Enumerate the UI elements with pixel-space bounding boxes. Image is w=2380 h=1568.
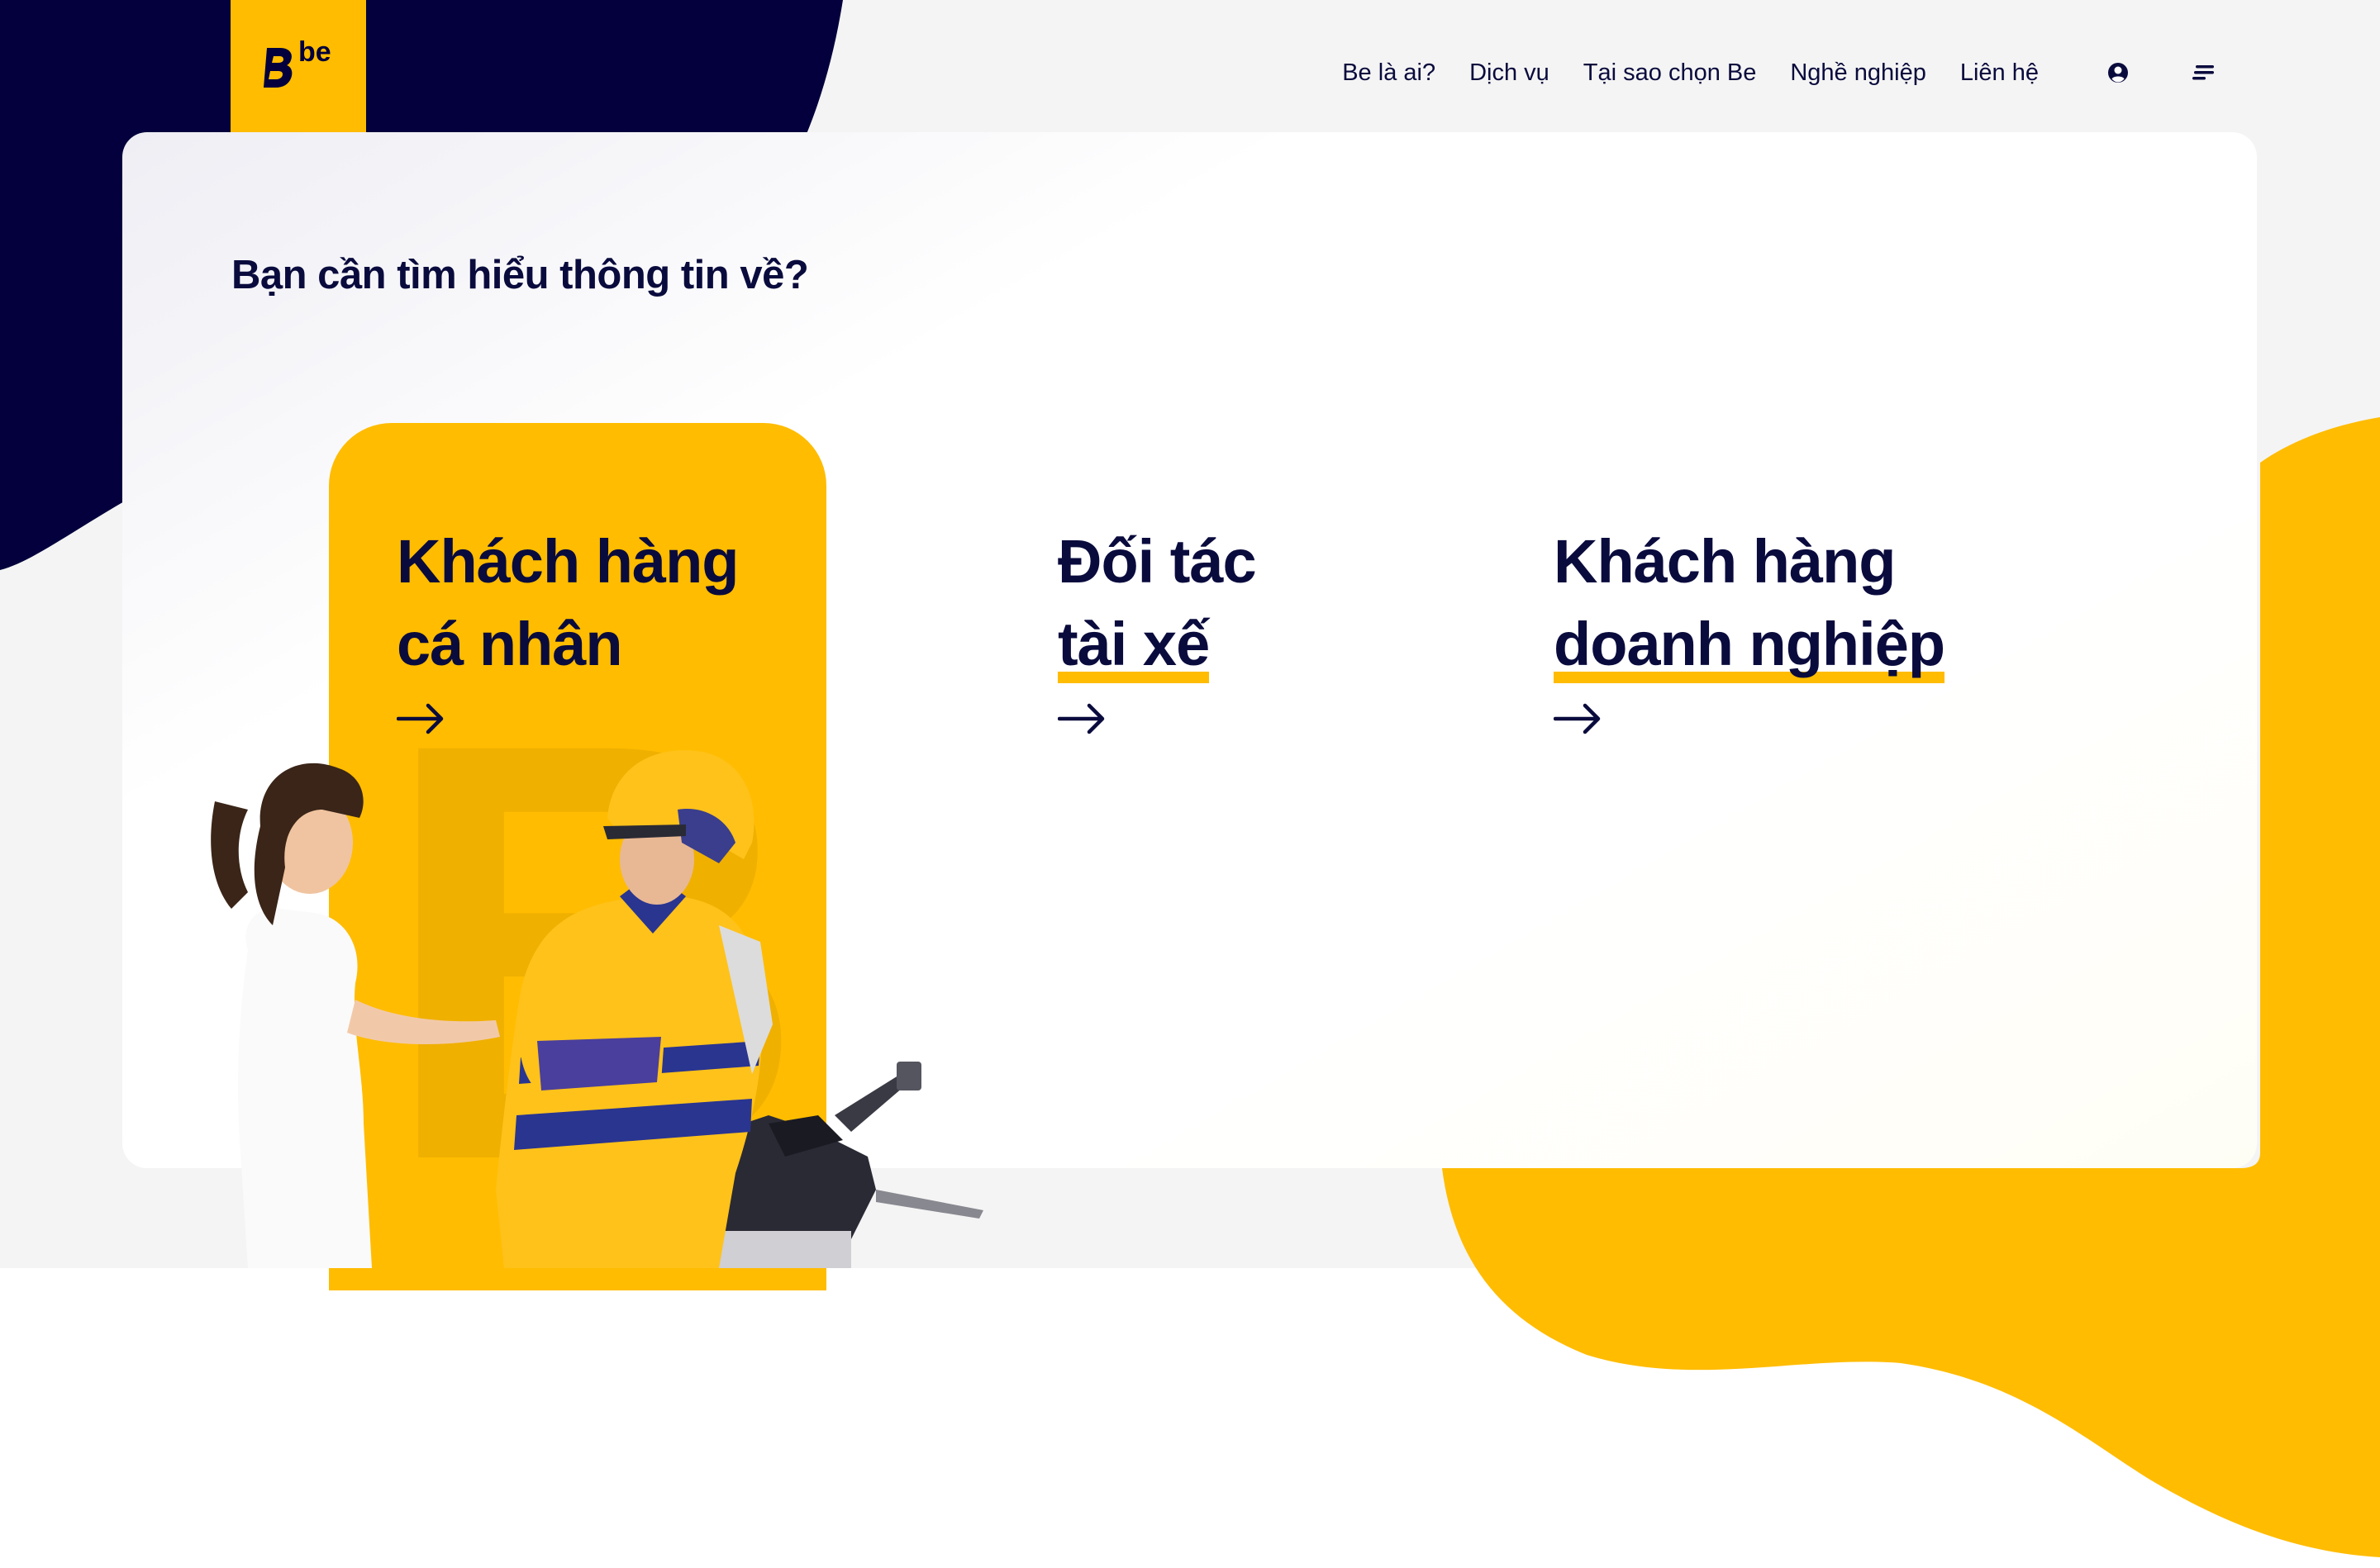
menu-icon[interactable] — [2189, 58, 2219, 88]
be-logo-icon: be — [264, 36, 331, 88]
nav-link-be-la-ai[interactable]: Be là ai? — [1342, 59, 1435, 87]
option-khach-hang-doanh-nghiep[interactable]: Khách hàng doanh nghiệp — [1554, 520, 1945, 735]
nav-link-dich-vu[interactable]: Dịch vụ — [1469, 59, 1549, 87]
logo[interactable]: be — [231, 0, 366, 132]
option-title-line2: cá nhân — [397, 610, 623, 678]
page: be Be là ai? Dịch vụ Tại sao chọn Be Ngh… — [0, 0, 2380, 1568]
option-title-line2: doanh nghiệp — [1554, 603, 1945, 686]
user-circle-icon[interactable] — [2103, 58, 2133, 88]
arrow-right-icon — [1554, 703, 1601, 734]
nav-link-lien-he[interactable]: Liên hệ — [1960, 59, 2039, 87]
arrow-right-icon — [1058, 703, 1105, 734]
hero-photo-driver-customer — [211, 750, 983, 1268]
option-title-line1: Đối tác — [1058, 527, 1257, 596]
option-title: Khách hàng doanh nghiệp — [1554, 520, 1945, 686]
nav-link-tai-sao-chon-be[interactable]: Tại sao chọn Be — [1583, 59, 1757, 87]
option-khach-hang-ca-nhan[interactable]: Khách hàng cá nhân — [397, 520, 739, 735]
page-heading: Bạn cần tìm hiểu thông tin về? — [231, 253, 809, 297]
arrow-right-icon — [397, 703, 444, 734]
option-title-line2: tài xế — [1058, 603, 1210, 686]
option-title: Đối tác tài xế — [1058, 520, 1257, 686]
option-title: Khách hàng cá nhân — [397, 520, 739, 686]
option-title-line1: Khách hàng — [1554, 527, 1896, 596]
nav-link-nghe-nghiep[interactable]: Nghề nghiệp — [1790, 59, 1925, 87]
option-title-line1: Khách hàng — [397, 527, 739, 596]
option-doi-tac-tai-xe[interactable]: Đối tác tài xế — [1058, 520, 1257, 735]
main-nav: Be là ai? Dịch vụ Tại sao chọn Be Nghề n… — [1308, 58, 2219, 88]
svg-text:be: be — [298, 36, 331, 68]
